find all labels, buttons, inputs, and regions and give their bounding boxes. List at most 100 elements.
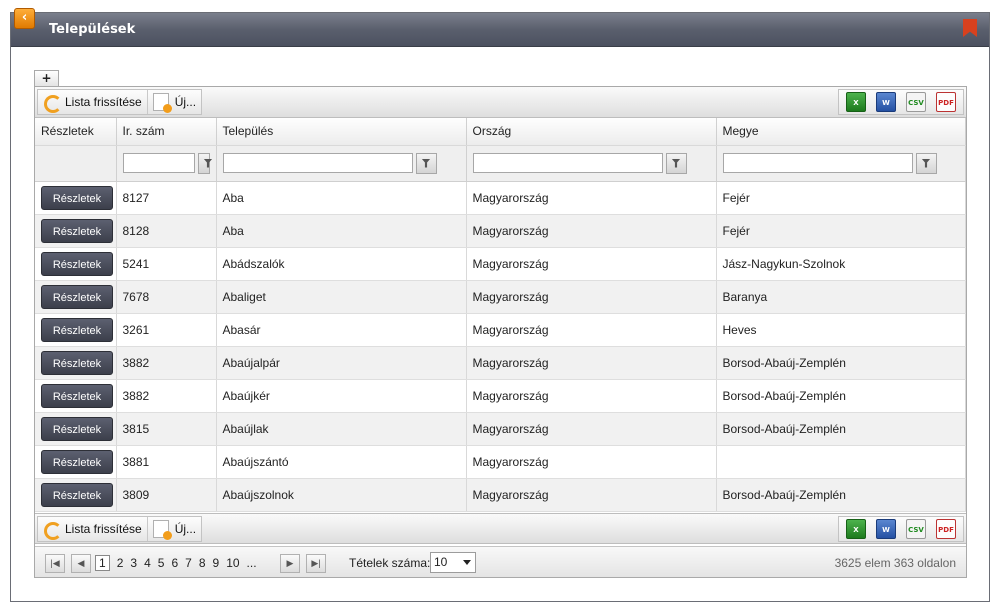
- settlement-cell: Abaújalpár: [216, 346, 467, 380]
- details-cell: Részletek: [35, 346, 117, 380]
- export-excel-icon[interactable]: X: [846, 519, 866, 539]
- column-header-zip[interactable]: Ir. szám: [116, 118, 217, 146]
- last-page-icon[interactable]: ▶|: [306, 554, 326, 573]
- page-link[interactable]: 9: [213, 556, 220, 570]
- filter-cell-details: [35, 145, 117, 182]
- refresh-button-bottom[interactable]: Lista frissítése: [38, 517, 148, 541]
- country-cell: Magyarország: [466, 247, 717, 281]
- bookmark-icon[interactable]: [963, 19, 977, 37]
- new-label: Új...: [174, 95, 197, 109]
- page-link[interactable]: 7: [185, 556, 192, 570]
- filter-cell-zip: [116, 145, 217, 182]
- county-filter-icon[interactable]: [915, 152, 937, 174]
- column-header-country[interactable]: Ország: [466, 118, 717, 146]
- zip-filter-icon[interactable]: [197, 152, 210, 174]
- export-word-icon[interactable]: W: [876, 92, 896, 112]
- page-size-label: Tételek száma:: [349, 556, 431, 570]
- details-cell: Részletek: [35, 247, 117, 281]
- refresh-label: Lista frissítése: [65, 95, 142, 109]
- details-button[interactable]: Részletek: [41, 218, 113, 243]
- details-button[interactable]: Részletek: [41, 185, 113, 210]
- settlement-cell: Abaliget: [216, 280, 467, 314]
- county-cell: Borsod-Abaúj-Zemplén: [716, 379, 966, 413]
- new-button-bottom[interactable]: Új...: [148, 517, 201, 541]
- export-csv-icon[interactable]: CSV: [906, 519, 926, 539]
- table-row: Részletek 3881 Abaújszántó Magyarország: [35, 445, 966, 479]
- export-word-icon[interactable]: W: [876, 519, 896, 539]
- country-filter-input[interactable]: [472, 153, 663, 173]
- column-header-settlement[interactable]: Település: [216, 118, 467, 146]
- page-more-link[interactable]: ...: [247, 556, 257, 570]
- county-cell: Heves: [716, 313, 966, 347]
- back-button[interactable]: ‹: [14, 8, 35, 29]
- zip-cell: 8128: [116, 214, 217, 248]
- details-button[interactable]: Részletek: [41, 449, 113, 474]
- page-link[interactable]: 5: [158, 556, 165, 570]
- country-cell: Magyarország: [466, 478, 717, 512]
- refresh-button[interactable]: Lista frissítése: [38, 90, 148, 114]
- bottom-action-group: Lista frissítése Új...: [37, 516, 203, 542]
- table-row: Részletek 3882 Abaújkér Magyarország Borsod-…: [35, 379, 966, 413]
- column-header-county[interactable]: Megye: [716, 118, 966, 146]
- details-button[interactable]: Részletek: [41, 383, 113, 408]
- table-row: Részletek 8128 Aba Magyarország Fejér: [35, 214, 966, 248]
- export-excel-icon[interactable]: X: [846, 92, 866, 112]
- zip-cell: 3815: [116, 412, 217, 446]
- page-link[interactable]: 3: [130, 556, 137, 570]
- details-cell: Részletek: [35, 313, 117, 347]
- zip-cell: 7678: [116, 280, 217, 314]
- county-cell: Borsod-Abaúj-Zemplén: [716, 412, 966, 446]
- page-link[interactable]: 8: [199, 556, 206, 570]
- page-link[interactable]: 4: [144, 556, 151, 570]
- new-button[interactable]: Új...: [148, 90, 201, 114]
- top-action-group: Lista frissítése Új...: [37, 89, 203, 115]
- top-export-group: X W CSV PDF: [838, 89, 964, 115]
- zip-cell: 3809: [116, 478, 217, 512]
- export-csv-icon[interactable]: CSV: [906, 92, 926, 112]
- county-cell: Borsod-Abaúj-Zemplén: [716, 478, 966, 512]
- details-cell: Részletek: [35, 280, 117, 314]
- table-row: Részletek 3261 Abasár Magyarország Heves: [35, 313, 966, 347]
- country-cell: Magyarország: [466, 379, 717, 413]
- settlement-cell: Abaújlak: [216, 412, 467, 446]
- paging-info: 3625 elem 363 oldalon: [834, 556, 956, 570]
- refresh-icon: [43, 94, 62, 113]
- filter-row: [35, 145, 966, 182]
- column-header-details: Részletek: [35, 118, 117, 146]
- settlement-filter-icon[interactable]: [415, 152, 437, 174]
- details-button[interactable]: Részletek: [41, 416, 113, 441]
- settlement-cell: Abaújszántó: [216, 445, 467, 479]
- first-page-icon[interactable]: |◀: [45, 554, 65, 573]
- table-row: Részletek 3815 Abaújlak Magyarország Borsod-…: [35, 412, 966, 446]
- export-pdf-icon[interactable]: PDF: [936, 92, 956, 112]
- zip-filter-input[interactable]: [122, 153, 195, 173]
- details-button[interactable]: Részletek: [41, 482, 113, 507]
- table-row: Részletek 3882 Abaújalpár Magyarország Borso…: [35, 346, 966, 380]
- page-link[interactable]: 10: [226, 556, 239, 570]
- county-cell: [716, 445, 966, 479]
- county-filter-input[interactable]: [722, 153, 913, 173]
- table-row: Részletek 5241 Abádszalók Magyarország Jász-…: [35, 247, 966, 281]
- export-pdf-icon[interactable]: PDF: [936, 519, 956, 539]
- add-tab-button[interactable]: +: [34, 70, 59, 86]
- details-button[interactable]: Részletek: [41, 317, 113, 342]
- country-filter-icon[interactable]: [665, 152, 687, 174]
- zip-cell: 3882: [116, 379, 217, 413]
- country-cell: Magyarország: [466, 346, 717, 380]
- page-size-select[interactable]: 10: [430, 552, 476, 573]
- details-button[interactable]: Részletek: [41, 350, 113, 375]
- details-button[interactable]: Részletek: [41, 251, 113, 276]
- zip-cell: 5241: [116, 247, 217, 281]
- page-link[interactable]: 2: [117, 556, 124, 570]
- table-row: Részletek 3809 Abaújszolnok Magyarország Bor…: [35, 478, 966, 512]
- settlement-filter-input[interactable]: [222, 153, 413, 173]
- next-page-icon[interactable]: ▶: [280, 554, 300, 573]
- settlement-cell: Abasár: [216, 313, 467, 347]
- details-button[interactable]: Részletek: [41, 284, 113, 309]
- settlement-cell: Aba: [216, 181, 467, 215]
- page-link[interactable]: 1: [95, 555, 110, 571]
- top-toolbar: Lista frissítése Új... X W CSV PDF: [35, 87, 966, 118]
- settlements-grid: Lista frissítése Új... X W CSV PDF Részl…: [34, 86, 967, 578]
- prev-page-icon[interactable]: ◀: [71, 554, 91, 573]
- page-link[interactable]: 6: [171, 556, 178, 570]
